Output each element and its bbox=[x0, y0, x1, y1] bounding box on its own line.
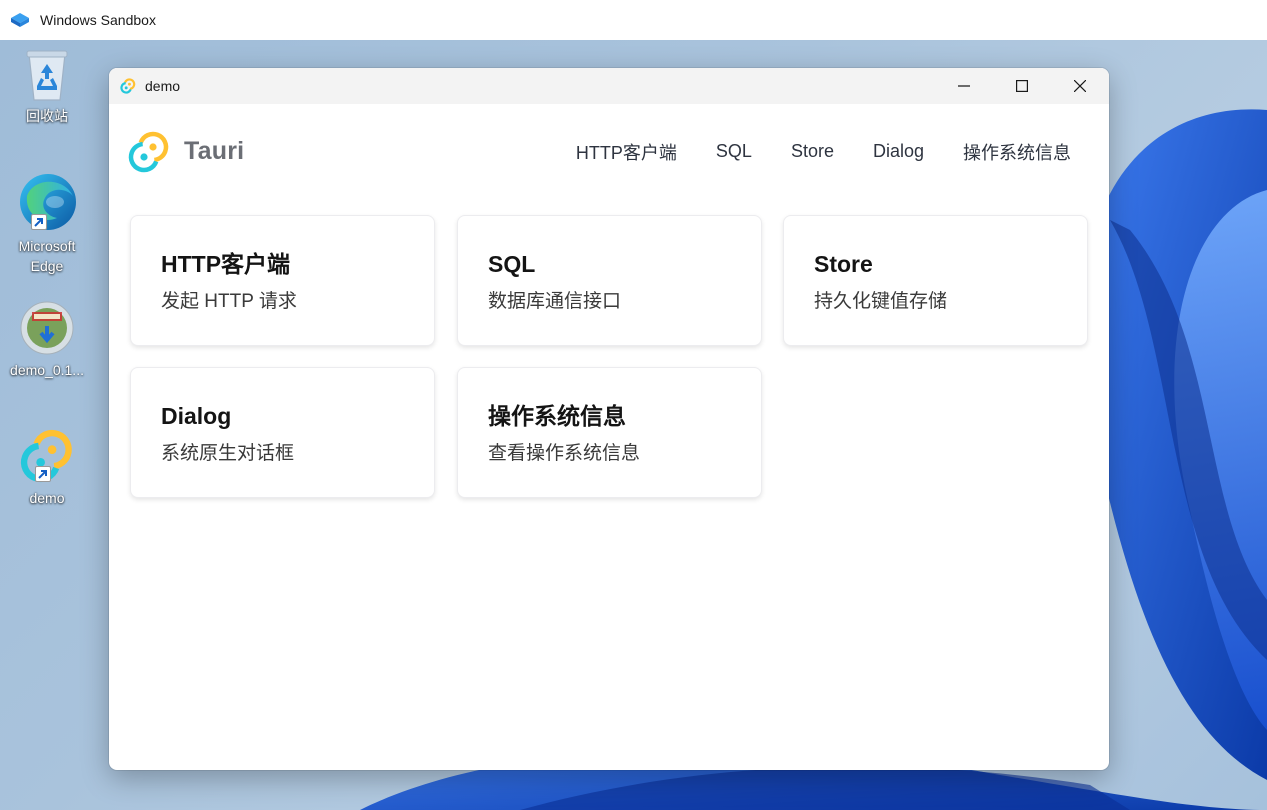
desktop-icon-label: demo bbox=[29, 490, 65, 506]
card-os-info[interactable]: 操作系统信息 查看操作系统信息 bbox=[457, 367, 762, 498]
top-nav: HTTP客户端 SQL Store Dialog 操作系统信息 bbox=[576, 104, 1071, 199]
card-store[interactable]: Store 持久化键值存储 bbox=[783, 215, 1088, 346]
tauri-icon bbox=[120, 78, 136, 94]
nav-sql[interactable]: SQL bbox=[716, 141, 752, 162]
window-controls bbox=[935, 68, 1109, 104]
desktop-icon-label: Microsoft Edge bbox=[18, 238, 76, 274]
minimize-button[interactable] bbox=[935, 68, 993, 104]
card-title: 操作系统信息 bbox=[488, 403, 626, 429]
desktop-icon-edge[interactable]: Microsoft Edge bbox=[2, 172, 92, 276]
card-description: 发起 HTTP 请求 bbox=[161, 291, 297, 312]
shortcut-arrow-icon bbox=[35, 466, 51, 482]
card-description: 持久化键值存储 bbox=[814, 291, 948, 312]
sandbox-icon bbox=[11, 13, 29, 27]
card-sql[interactable]: SQL 数据库通信接口 bbox=[457, 215, 762, 346]
maximize-button[interactable] bbox=[993, 68, 1051, 104]
card-http-client[interactable]: HTTP客户端 发起 HTTP 请求 bbox=[130, 215, 435, 346]
nav-http-client[interactable]: HTTP客户端 bbox=[576, 139, 677, 165]
nav-store[interactable]: Store bbox=[791, 141, 834, 162]
brand[interactable]: Tauri bbox=[127, 130, 244, 174]
tauri-logo-icon bbox=[128, 131, 169, 172]
card-title: HTTP客户端 bbox=[161, 251, 291, 277]
desktop-icon-installer[interactable]: demo_0.1... bbox=[2, 300, 92, 380]
sandbox-title: Windows Sandbox bbox=[40, 12, 156, 28]
nav-os-info[interactable]: 操作系统信息 bbox=[963, 139, 1071, 165]
desktop-icon-label: demo_0.1... bbox=[10, 362, 84, 378]
minimize-icon bbox=[958, 85, 970, 87]
edge-icon bbox=[20, 174, 76, 230]
sandbox-titlebar: Windows Sandbox bbox=[0, 0, 1267, 40]
window-titlebar[interactable]: demo bbox=[109, 68, 1109, 104]
card-description: 查看操作系统信息 bbox=[488, 443, 641, 464]
maximize-icon bbox=[1016, 80, 1028, 92]
app-window: demo Tauri HTTP客户端 SQL Store Dialog 操作系统… bbox=[109, 68, 1109, 770]
card-title: Store bbox=[814, 251, 873, 277]
shortcut-arrow-icon bbox=[31, 214, 47, 230]
installer-icon bbox=[20, 301, 74, 355]
desktop-icon-label: 回收站 bbox=[26, 108, 68, 124]
desktop-icon-recycle-bin[interactable]: 回收站 bbox=[2, 48, 92, 126]
brand-name: Tauri bbox=[184, 137, 245, 165]
card-description: 数据库通信接口 bbox=[488, 291, 622, 312]
card-title: SQL bbox=[488, 251, 536, 277]
recycle-bin-icon bbox=[26, 50, 68, 101]
card-dialog[interactable]: Dialog 系统原生对话框 bbox=[130, 367, 435, 498]
window-title: demo bbox=[145, 78, 181, 94]
close-icon bbox=[1074, 80, 1086, 92]
desktop-icon-demo[interactable]: demo bbox=[2, 428, 92, 508]
card-title: Dialog bbox=[161, 403, 232, 429]
app-header: Tauri HTTP客户端 SQL Store Dialog 操作系统信息 bbox=[109, 104, 1109, 199]
card-description: 系统原生对话框 bbox=[161, 443, 295, 464]
close-button[interactable] bbox=[1051, 68, 1109, 104]
nav-dialog[interactable]: Dialog bbox=[873, 141, 924, 162]
